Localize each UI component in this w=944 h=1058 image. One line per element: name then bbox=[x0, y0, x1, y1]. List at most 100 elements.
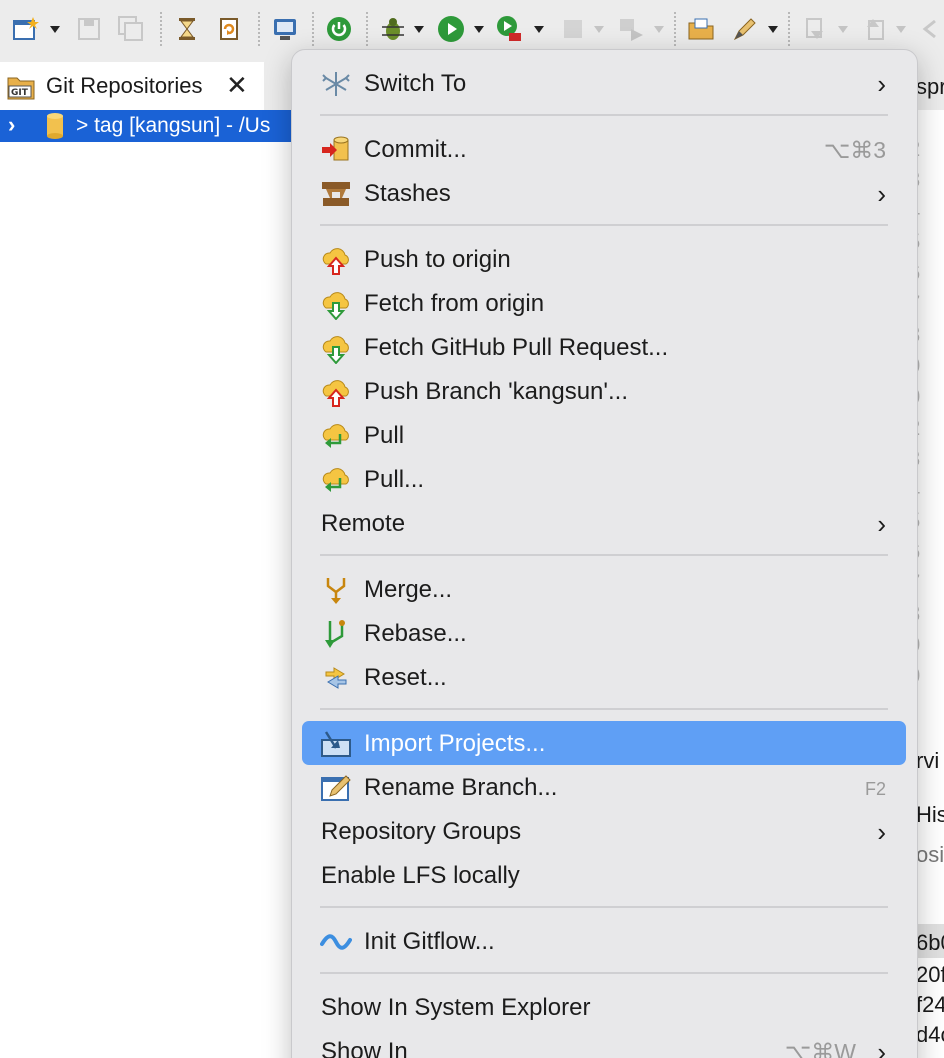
git-repositories-tab[interactable]: GIT Git Repositories ✕ bbox=[0, 62, 265, 110]
menu-item-enable-lfs[interactable]: Enable LFS locally bbox=[302, 853, 906, 897]
menu-separator bbox=[320, 554, 888, 556]
menu-item-reset[interactable]: Reset... bbox=[302, 655, 906, 699]
menu-item-label: Pull bbox=[364, 422, 405, 449]
menu-item-import-projects[interactable]: Import Projects... bbox=[302, 721, 906, 765]
stop-dropdown-icon[interactable] bbox=[594, 26, 604, 33]
menu-item-label: Merge... bbox=[364, 576, 453, 603]
launch-icon[interactable] bbox=[616, 14, 646, 44]
menu-item-label: Switch To bbox=[364, 70, 467, 97]
stop-icon[interactable] bbox=[558, 14, 588, 44]
toolbar-separator bbox=[366, 12, 368, 46]
menu-item-label: Show In System Explorer bbox=[321, 994, 591, 1021]
menu-item-label: Import Projects... bbox=[364, 730, 546, 757]
toolbar-separator bbox=[258, 12, 260, 46]
peek-text: rvi bbox=[916, 748, 940, 773]
menu-item-label: Stashes bbox=[364, 180, 451, 207]
repository-cylinder-icon bbox=[44, 112, 66, 146]
debug-dropdown-icon[interactable] bbox=[414, 26, 424, 33]
menu-item-label: Push Branch 'kangsun'... bbox=[364, 378, 628, 405]
submenu-arrow-icon: › bbox=[877, 1037, 886, 1058]
menu-item-label: Rename Branch... bbox=[364, 774, 558, 801]
menu-item-remote[interactable]: Remote › bbox=[302, 501, 906, 545]
pen-dropdown-icon[interactable] bbox=[768, 26, 778, 33]
toolbar-separator bbox=[788, 12, 790, 46]
open-folder-icon[interactable] bbox=[686, 14, 716, 44]
new-wizard-icon[interactable] bbox=[10, 14, 40, 44]
commit-icon bbox=[320, 134, 352, 166]
reset-icon bbox=[320, 662, 352, 694]
menu-item-pull-dialog[interactable]: Pull... bbox=[302, 457, 906, 501]
previous-annotation-icon[interactable] bbox=[860, 14, 890, 44]
menu-item-label: Show In bbox=[321, 1038, 408, 1058]
next-annotation-icon[interactable] bbox=[800, 14, 830, 44]
menu-item-pull[interactable]: Pull bbox=[302, 413, 906, 457]
shortcut-label: ⌥⌘W bbox=[784, 1039, 856, 1058]
rename-icon bbox=[320, 772, 352, 804]
menu-item-rebase[interactable]: Rebase... bbox=[302, 611, 906, 655]
stashes-icon bbox=[320, 178, 352, 210]
menu-item-merge[interactable]: Merge... bbox=[302, 567, 906, 611]
menu-item-show-in[interactable]: Show In ⌥⌘W › bbox=[302, 1029, 906, 1058]
menu-separator bbox=[320, 224, 888, 226]
shortcut-label: F2 bbox=[864, 779, 886, 799]
run-icon[interactable] bbox=[436, 14, 466, 44]
menu-item-fetch-from-origin[interactable]: Fetch from origin bbox=[302, 281, 906, 325]
menu-item-label: Rebase... bbox=[364, 620, 467, 647]
switch-to-icon bbox=[320, 68, 352, 100]
menu-item-commit[interactable]: Commit... ⌥⌘3 bbox=[302, 127, 906, 171]
run-external-dropdown-icon[interactable] bbox=[534, 26, 544, 33]
submenu-arrow-icon: › bbox=[877, 69, 886, 99]
push-cloud-icon bbox=[320, 244, 352, 276]
menu-separator bbox=[320, 114, 888, 116]
peek-text: spr bbox=[916, 74, 944, 99]
menu-separator bbox=[320, 972, 888, 974]
menu-item-stashes[interactable]: Stashes › bbox=[302, 171, 906, 215]
power-icon[interactable] bbox=[324, 14, 354, 44]
previous-annotation-dropdown-icon[interactable] bbox=[896, 26, 906, 33]
next-annotation-dropdown-icon[interactable] bbox=[838, 26, 848, 33]
peek-text: d4c bbox=[916, 1022, 944, 1047]
console-icon[interactable] bbox=[270, 14, 300, 44]
debug-icon[interactable] bbox=[378, 14, 408, 44]
pull-cloud-icon bbox=[320, 420, 352, 452]
peek-text: 20f bbox=[916, 962, 944, 987]
menu-item-init-gitflow[interactable]: Init Gitflow... bbox=[302, 919, 906, 963]
menu-item-push-branch[interactable]: Push Branch 'kangsun'... bbox=[302, 369, 906, 413]
toolbar-separator bbox=[312, 12, 314, 46]
fetch-cloud-icon bbox=[320, 332, 352, 365]
menu-item-push-to-origin[interactable]: Push to origin bbox=[302, 237, 906, 281]
svg-text:GIT: GIT bbox=[11, 88, 29, 98]
submenu-arrow-icon: › bbox=[877, 179, 886, 209]
peek-text: f24 bbox=[916, 992, 944, 1017]
expand-chevron-icon[interactable]: › bbox=[8, 112, 15, 138]
menu-item-label: Push to origin bbox=[364, 246, 511, 273]
repository-tree-item[interactable]: › > tag [kangsun] - /Us bbox=[0, 110, 300, 142]
back-icon[interactable] bbox=[914, 14, 944, 44]
save-all-icon[interactable] bbox=[116, 14, 146, 44]
menu-item-switch-to[interactable]: Switch To › bbox=[302, 61, 906, 105]
toolbar-separator bbox=[160, 12, 162, 46]
menu-item-fetch-github-pr[interactable]: Fetch GitHub Pull Request... bbox=[302, 325, 906, 369]
menu-item-label: Fetch GitHub Pull Request... bbox=[364, 334, 669, 361]
menu-item-rename-branch[interactable]: Rename Branch... F2 bbox=[302, 765, 906, 809]
menu-item-label: Repository Groups bbox=[321, 818, 522, 845]
gitflow-icon bbox=[320, 926, 352, 958]
new-dropdown-icon[interactable] bbox=[50, 26, 60, 33]
submenu-arrow-icon: › bbox=[877, 817, 886, 847]
hourglass-icon[interactable] bbox=[172, 14, 202, 44]
peek-text: His bbox=[916, 802, 944, 827]
refresh-icon[interactable] bbox=[214, 14, 244, 44]
menu-separator bbox=[320, 906, 888, 908]
run-external-icon[interactable] bbox=[494, 14, 524, 44]
menu-item-show-in-system-explorer[interactable]: Show In System Explorer bbox=[302, 985, 906, 1029]
run-dropdown-icon[interactable] bbox=[474, 26, 484, 33]
menu-separator bbox=[320, 708, 888, 710]
fetch-cloud-icon bbox=[320, 288, 352, 321]
peek-text: 6b0 bbox=[916, 930, 944, 955]
pen-icon[interactable] bbox=[730, 14, 760, 44]
menu-item-repository-groups[interactable]: Repository Groups › bbox=[302, 809, 906, 853]
launch-dropdown-icon[interactable] bbox=[654, 26, 664, 33]
save-icon[interactable] bbox=[74, 14, 104, 44]
view-title: Git Repositories bbox=[46, 73, 203, 98]
close-icon[interactable]: ✕ bbox=[226, 70, 248, 101]
